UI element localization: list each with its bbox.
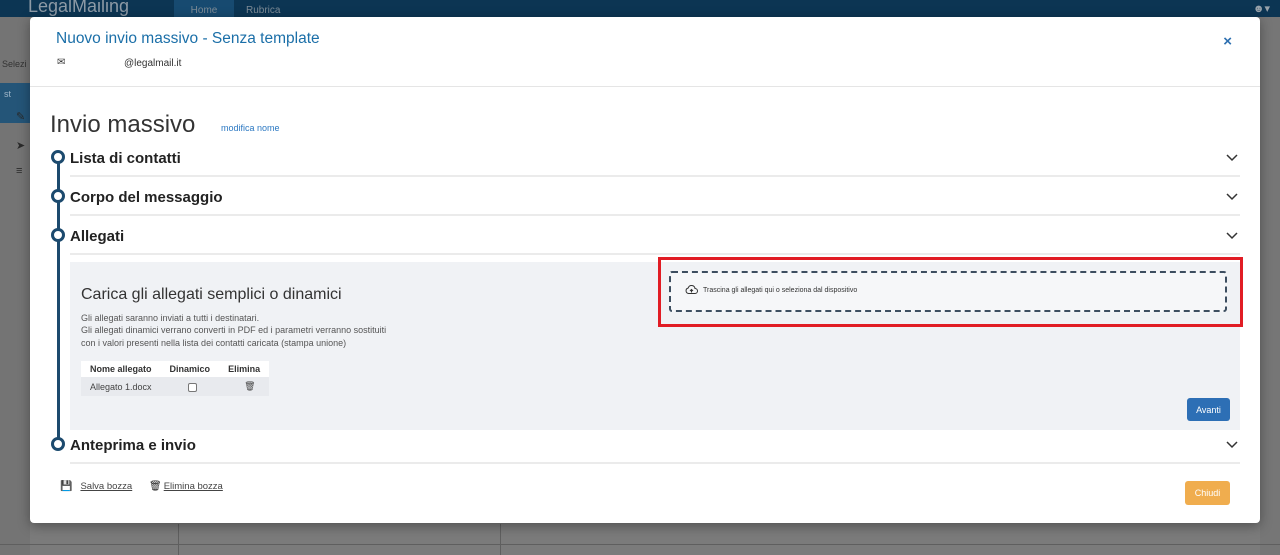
side-active-label: st [4,89,12,99]
envelope-icon: ✉ [57,57,66,68]
edit-name-link[interactable]: modifica nome [221,123,280,133]
column-header: Dinamico [160,361,220,377]
section-contacts[interactable]: Lista di contatti [70,139,1240,177]
nav-home[interactable]: Home [174,0,234,17]
app-topbar: LegalMailing Home Rubrica ☻▾ [0,0,1280,17]
modal-title: Nuovo invio massivo - Senza template [56,30,320,47]
dynamic-cell [160,377,220,396]
save-draft-label: Salva bozza [80,481,133,492]
trash-icon: 🗑 [149,481,162,492]
trash-icon[interactable]: 🗑 [244,381,255,391]
dropzone-text: Trascina gli allegati qui o seleziona da… [703,287,858,294]
app-logo: LegalMailing [28,0,130,16]
page-title: Invio massivo [50,111,196,138]
attachment-name: Allegato 1.docx [81,377,161,396]
step-dot [51,437,65,451]
floppy-disk-icon: 💾 [60,481,73,492]
chevron-down-icon[interactable] [1226,229,1238,241]
sender-email: @legalmail.it [124,58,182,69]
next-button[interactable]: Avanti [1187,398,1230,421]
step-dot [51,189,65,203]
dynamic-checkbox[interactable] [187,382,197,392]
attachments-dropzone[interactable]: Trascina gli allegati qui o seleziona da… [669,271,1227,312]
column-header: Nome allegato [81,361,161,377]
column-header: Elimina [219,361,270,377]
delete-draft-link[interactable]: 🗑 Elimina bozza [149,481,223,492]
list-icon[interactable]: ≡ [16,165,22,177]
section-attachments[interactable]: Allegati [70,217,1240,255]
app-sidebar: Selezi st ✎ ➤ ≡ [0,17,30,555]
send-icon[interactable]: ➤ [16,139,25,152]
chevron-down-icon[interactable] [1226,438,1238,450]
attachments-description: con i valori presenti nella lista dei co… [81,338,347,348]
section-title: Anteprima e invio [70,437,196,454]
attachments-description: Gli allegati dinamici verrano converti i… [81,325,387,335]
side-select-label: Selezi [2,59,27,69]
section-title: Corpo del messaggio [70,189,223,206]
app-right-edge [1260,17,1280,555]
section-title: Allegati [70,228,125,245]
step-dot [51,150,65,164]
close-button[interactable]: Chiudi [1185,481,1230,505]
attachments-table: Nome allegato Dinamico Elimina Allegato … [81,361,270,396]
side-active-item[interactable]: st [0,83,30,123]
attachments-heading: Carica gli allegati semplici o dinamici [81,286,342,303]
nav-rubrica[interactable]: Rubrica [234,0,292,17]
chevron-down-icon[interactable] [1226,190,1238,202]
section-title: Lista di contatti [70,150,181,167]
app-bottom-divider [0,544,1280,545]
step-dot [51,228,65,242]
cloud-upload-icon [685,285,698,294]
table-row: Allegato 1.docx 🗑 [81,377,270,396]
modal-header: Nuovo invio massivo - Senza template × ✉… [30,17,1260,87]
bulk-send-modal: Nuovo invio massivo - Senza template × ✉… [30,17,1260,523]
pencil-icon[interactable]: ✎ [16,110,25,123]
delete-cell: 🗑 [219,377,270,396]
section-preview-send[interactable]: Anteprima e invio [70,426,1240,464]
save-draft-link[interactable]: 💾 Salva bozza [60,481,132,492]
app-column-divider [178,524,179,555]
delete-draft-label: Elimina bozza [163,481,223,492]
user-menu-icon[interactable]: ☻▾ [1253,2,1270,15]
section-message-body[interactable]: Corpo del messaggio [70,178,1240,216]
close-icon[interactable]: × [1223,33,1232,50]
chevron-down-icon[interactable] [1226,151,1238,163]
app-column-divider [500,524,501,555]
attachments-description: Gli allegati saranno inviati a tutti i d… [81,313,260,323]
